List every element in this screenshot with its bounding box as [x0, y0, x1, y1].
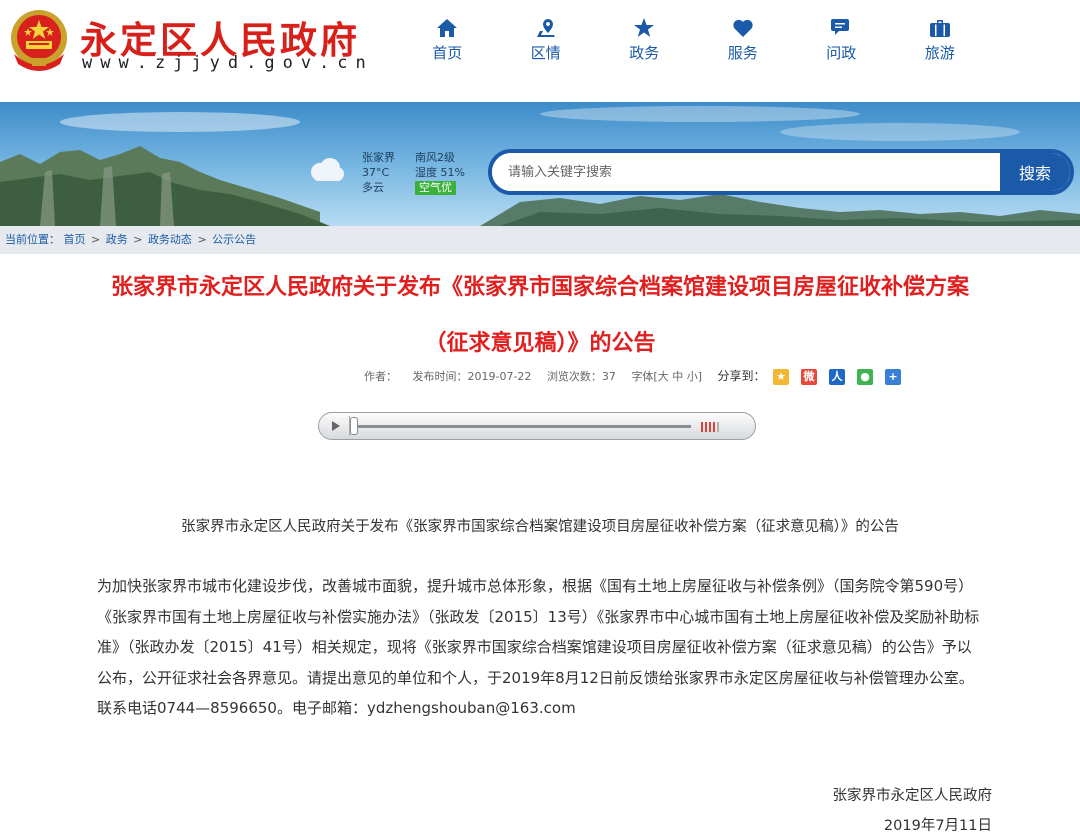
weather-details: 南风2级 湿度 51% 空气优: [415, 150, 465, 195]
breadcrumb-item-announcements[interactable]: 公示公告: [212, 233, 256, 246]
site-url[interactable]: www.zjjyd.gov.cn: [82, 53, 374, 73]
progress-knob[interactable]: [350, 417, 358, 435]
search-button[interactable]: 搜索: [1000, 153, 1070, 191]
meta-font-size[interactable]: 字体[大 中 小]: [631, 370, 702, 383]
wechat-icon[interactable]: ●: [857, 369, 874, 385]
nav-label: 首页: [432, 44, 463, 62]
nav-item-inquiry[interactable]: 问政: [792, 18, 891, 78]
weather-city: 张家界: [362, 151, 395, 164]
breadcrumb-item-home[interactable]: 首页: [64, 233, 86, 246]
site-header: 永定区人民政府 www.zjjyd.gov.cn 首页 区情 政务 服务 问政 …: [0, 0, 1080, 102]
audio-player: [318, 412, 756, 440]
article-title-line1: 张家界市永定区人民政府关于发布《张家界市国家综合档案馆建设项目房屋征收补偿方案: [110, 275, 969, 300]
breadcrumb: 当前位置： 首页 > 政务 > 政务动态 > 公示公告: [0, 226, 1080, 254]
progress-track[interactable]: [355, 425, 691, 428]
nav-item-district[interactable]: 区情: [497, 18, 596, 78]
suitcase-icon: [929, 20, 950, 37]
nav-label: 旅游: [924, 44, 955, 62]
nav-label: 服务: [727, 44, 758, 62]
main-nav: 首页 区情 政务 服务 问政 旅游: [398, 18, 989, 78]
article-body: 为加快张家界市城市化建设步伐，改善城市面貌，提升城市总体形象，根据《国有土地上房…: [97, 577, 980, 717]
article-subtitle: 张家界市永定区人民政府关于发布《张家界市国家综合档案馆建设项目房屋征收补偿方案（…: [181, 519, 899, 535]
meta-publish-time: 发布时间：2019-07-22: [412, 370, 532, 383]
nav-item-government[interactable]: 政务: [595, 18, 694, 78]
breadcrumb-separator: >: [133, 233, 143, 246]
chat-icon: [831, 19, 850, 35]
map-pin-icon: [536, 19, 555, 37]
weather-condition: 多云: [362, 181, 384, 194]
home-icon: [437, 19, 458, 37]
nav-item-home[interactable]: 首页: [398, 18, 497, 78]
weather-wind: 南风2级: [415, 151, 455, 164]
nav-item-tourism[interactable]: 旅游: [891, 18, 990, 78]
breadcrumb-prefix: 当前位置：: [5, 233, 60, 246]
nav-label: 政务: [629, 44, 660, 62]
article-title-line2: （征求意见稿）》的公告: [424, 331, 656, 356]
more-share-icon[interactable]: +: [885, 369, 902, 385]
breadcrumb-separator: >: [91, 233, 101, 246]
play-button[interactable]: [322, 416, 350, 436]
volume-icon[interactable]: [699, 421, 725, 433]
nav-label: 问政: [826, 44, 857, 62]
search-input[interactable]: [492, 153, 1000, 191]
air-quality-badge: 空气优: [415, 181, 456, 195]
weather-humidity: 湿度 51%: [415, 166, 465, 179]
search-box: 搜索: [488, 149, 1074, 195]
nav-label: 区情: [530, 44, 561, 62]
meta-share-label: 分享到：: [717, 369, 766, 383]
weather-main: 张家界 37°C 多云: [362, 150, 395, 195]
renren-icon[interactable]: 人: [829, 369, 846, 385]
article-signature: 张家界市永定区人民政府: [832, 788, 993, 804]
article-content: 张家界市永定区人民政府关于发布《张家界市国家综合档案馆建设项目房屋征收补偿方案 …: [6, 254, 1074, 834]
breadcrumb-separator: >: [197, 233, 207, 246]
article-date: 2019年7月11日: [883, 818, 992, 834]
national-emblem-icon: [11, 10, 67, 71]
share-icons: ★ 微 人 ● +: [773, 369, 913, 385]
weibo-icon[interactable]: 微: [801, 369, 818, 385]
heart-icon: [733, 19, 753, 37]
nav-item-service[interactable]: 服务: [694, 18, 793, 78]
breadcrumb-item-government[interactable]: 政务: [106, 233, 128, 246]
breadcrumb-item-news[interactable]: 政务动态: [148, 233, 192, 246]
qzone-icon[interactable]: ★: [773, 369, 790, 385]
star-icon: [634, 18, 655, 37]
article-meta: 作者： 发布时间：2019-07-22 浏览次数：37 字体[大 中 小] 分享…: [364, 367, 925, 385]
meta-author: 作者：: [364, 370, 397, 383]
cloudy-weather-icon: [311, 158, 344, 181]
weather-temperature: 37°C: [362, 166, 390, 179]
banner: 张家界 37°C 多云 南风2级 湿度 51% 空气优 搜索: [0, 102, 1080, 226]
meta-views: 浏览次数：37: [546, 370, 616, 383]
